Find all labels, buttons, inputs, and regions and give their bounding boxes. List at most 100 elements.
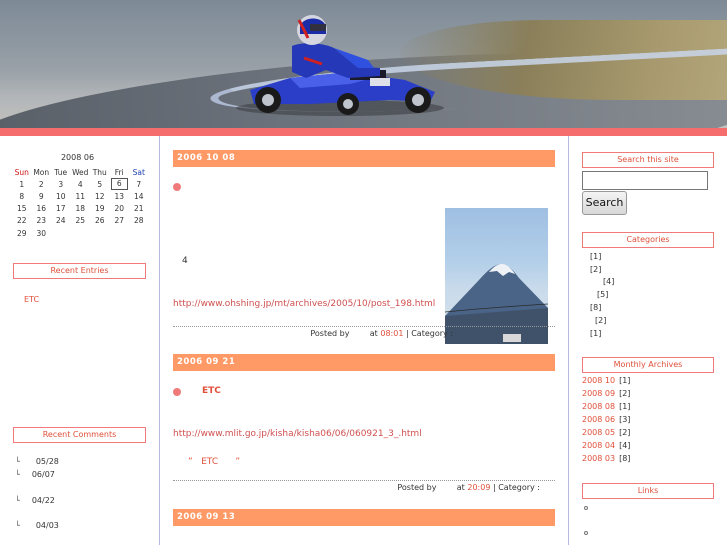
archive-row[interactable]: 2008 04 [4] (582, 441, 630, 450)
archive-row[interactable]: 2008 08 [1] (582, 402, 630, 411)
archive-month-link[interactable]: 2008 06 (582, 415, 615, 424)
calendar-day (71, 227, 91, 239)
calendar-day: 29 (16, 228, 27, 238)
entry-bullet-icon (173, 388, 181, 396)
entry-source-link[interactable]: http://www.ohshing.jp/mt/archives/2005/1… (173, 299, 435, 309)
calendar-day: 8 (19, 191, 25, 201)
recent-entries-title: Recent Entries (13, 263, 146, 279)
calendar-day (110, 227, 130, 239)
archive-row[interactable]: 2008 10 [1] (582, 376, 630, 385)
today-marker: 6 (110, 178, 128, 191)
search-button[interactable]: Search (582, 191, 627, 215)
comment-date: 05/28 (35, 457, 59, 466)
link-bullet-icon[interactable] (584, 506, 588, 510)
category-item[interactable]: [8] (590, 303, 601, 312)
right-sidebar: Search this site Search Categories [1] [… (568, 136, 727, 545)
calendar-day (90, 227, 110, 239)
calendar-week: 8 9 10 11 12 13 14 (12, 190, 149, 202)
calendar-day: 7 (136, 179, 142, 189)
footer-category: | Category : (490, 483, 540, 492)
recent-comment-item[interactable]: └ 05/28 (15, 457, 59, 466)
archive-month-link[interactable]: 2008 03 (582, 454, 615, 463)
entry-title[interactable]: ETC (202, 386, 221, 396)
left-sidebar: 2008 06 Sun Mon Tue Wed Thu Fri Sat 1 2 … (0, 136, 160, 545)
calendar-week: 1 2 3 4 5 6 7 (12, 178, 149, 191)
calendar-day: 17 (55, 204, 66, 214)
entry-date-bar: 2006 09 13 (173, 509, 555, 526)
category-item[interactable]: [1] (590, 252, 601, 261)
monthly-archives-title: Monthly Archives (582, 357, 714, 373)
search-title: Search this site (582, 152, 714, 168)
main-content: 2006 10 08 4 http://www.ohshing.jp/mt/ar… (160, 136, 568, 545)
footer-posted-by: Posted by at (397, 483, 468, 492)
calendar-day: 19 (94, 204, 105, 214)
calendar-day: 21 (133, 204, 144, 214)
calendar-day (51, 227, 71, 239)
category-item[interactable]: [2] (590, 265, 601, 274)
entry-divider (173, 480, 555, 481)
category-item[interactable]: [2] (595, 316, 606, 325)
calendar-day: 28 (133, 216, 144, 226)
archive-row[interactable]: 2008 05 [2] (582, 428, 630, 437)
calendar-day: 22 (16, 216, 27, 226)
weekday-mon: Mon (33, 167, 50, 177)
header-banner (0, 0, 727, 128)
archive-row[interactable]: 2008 06 [3] (582, 415, 630, 424)
category-item[interactable]: [1] (590, 329, 601, 338)
entry-footer: Posted by at 20:09 | Category : (397, 483, 540, 492)
calendar-day: 10 (55, 191, 66, 201)
entry-quote: ” ETC ” (188, 457, 241, 467)
calendar-day: 27 (114, 216, 125, 226)
category-item[interactable]: [5] (597, 290, 608, 299)
archive-count: [1] (619, 376, 631, 385)
calendar-day: 23 (36, 216, 47, 226)
entry-time-link[interactable]: 08:01 (380, 329, 403, 338)
archive-month-link[interactable]: 2008 10 (582, 376, 615, 385)
entry-time-link[interactable]: 20:09 (467, 483, 490, 492)
mount-fuji-photo[interactable] (445, 208, 548, 344)
recent-comments-title: Recent Comments (13, 427, 146, 443)
comment-bracket-icon: └ (15, 470, 20, 479)
entry-source-link[interactable]: http://www.mlit.go.jp/kisha/kisha06/06/0… (173, 429, 422, 439)
archive-month-link[interactable]: 2008 05 (582, 428, 615, 437)
recent-comment-item[interactable]: └ 06/07 (15, 470, 55, 479)
links-title: Links (582, 483, 714, 499)
comment-bracket-icon: └ (15, 496, 20, 505)
header-divider-bar (0, 128, 727, 136)
archive-count: [4] (619, 441, 631, 450)
recent-comment-item[interactable]: └ 04/03 (15, 521, 59, 530)
weekday-wed: Wed (72, 167, 89, 177)
entry-divider (173, 326, 555, 327)
calendar-day (129, 227, 149, 239)
recent-comment-item[interactable]: └ 04/22 (15, 496, 55, 505)
search-input[interactable] (582, 171, 708, 190)
calendar-day: 24 (55, 216, 66, 226)
entry-bullet-icon (173, 183, 181, 191)
calendar-day: 3 (58, 179, 64, 189)
weekday-fri: Fri (114, 167, 124, 177)
comment-date: 06/07 (31, 470, 55, 479)
categories-title: Categories (582, 232, 714, 248)
link-bullet-icon[interactable] (584, 531, 588, 535)
calendar-day: 11 (75, 191, 86, 201)
category-item[interactable]: [4] (603, 277, 614, 286)
archive-month-link[interactable]: 2008 08 (582, 402, 615, 411)
calendar-caption: 2008 06 (60, 153, 95, 162)
recent-entry-link[interactable]: ETC (24, 295, 39, 304)
mount-fuji-drawing (445, 263, 548, 344)
comment-bracket-icon: └ (15, 521, 20, 530)
archive-row[interactable]: 2008 09 [2] (582, 389, 630, 398)
calendar-day: 25 (75, 216, 86, 226)
archive-month-link[interactable]: 2008 09 (582, 389, 615, 398)
weekday-thu: Thu (92, 167, 107, 177)
calendar-day: 1 (19, 179, 25, 189)
calendar-day: 14 (133, 191, 144, 201)
archive-row[interactable]: 2008 03 [8] (582, 454, 630, 463)
calendar-day: 9 (38, 191, 44, 201)
archive-month-link[interactable]: 2008 04 (582, 441, 615, 450)
calendar-day: 4 (77, 179, 83, 189)
weekday-sat: Sat (132, 167, 145, 177)
footer-posted-by: Posted by at (310, 329, 381, 338)
calendar-day-today: 6 (110, 178, 130, 191)
calendar-day: 5 (97, 179, 103, 189)
